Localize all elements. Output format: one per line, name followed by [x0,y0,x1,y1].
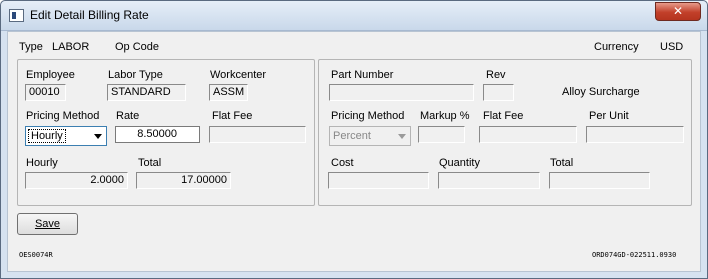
pricing-method-label: Pricing Method [26,110,100,122]
markup-label: Markup % [420,110,470,122]
op-code-label: Op Code [115,41,160,53]
save-button-label: Save [34,218,61,230]
labor-type-label: Labor Type [108,69,163,81]
quantity-label: Quantity [439,157,480,169]
labor-details-group: Employee 00010 Labor Type STANDARD Workc… [17,59,315,206]
per-unit-label: Per Unit [589,110,629,122]
close-icon: ✕ [672,4,684,18]
hourly-label: Hourly [26,157,58,169]
part-flat-fee-label: Flat Fee [483,110,524,122]
window-title: Edit Detail Billing Rate [30,8,149,22]
hourly-field: 2.0000 [25,172,128,189]
total-label: Total [138,157,162,169]
part-total-field [549,172,650,189]
title-bar[interactable]: Edit Detail Billing Rate ✕ [1,1,707,31]
part-pricing-method-dropdown: Percent [329,126,411,146]
part-pricing-method-value: Percent [333,130,371,142]
save-button[interactable]: Save [17,213,78,235]
dialog-window: Edit Detail Billing Rate ✕ Type LABOR Op… [0,0,708,279]
app-window-icon[interactable] [9,9,24,22]
pricing-method-value: Hourly [28,129,66,143]
chevron-down-icon [398,134,406,139]
part-pricing-method-label: Pricing Method [331,110,405,122]
rev-label: Rev [486,69,506,81]
type-label: Type [19,41,43,53]
part-number-field [329,84,474,101]
flat-fee-label: Flat Fee [212,110,253,122]
total-field: 17.00000 [136,172,231,189]
part-flat-fee-field [479,126,577,143]
close-button[interactable]: ✕ [655,2,701,21]
labor-type-field: STANDARD [107,84,186,101]
version-id: ORD074GD-022511.0930 [592,251,677,259]
type-value: LABOR [52,41,90,53]
rev-field [483,84,514,101]
workcenter-label: Workcenter [210,69,267,81]
part-details-group: Part Number Rev Alloy Surcharge Pricing … [318,59,692,206]
form-id: OES0074R [19,251,53,259]
alloy-surcharge-label: Alloy Surcharge [562,86,640,98]
pricing-method-dropdown[interactable]: Hourly [25,126,107,146]
workcenter-field: ASSM [209,84,248,101]
employee-field: 00010 [25,84,66,101]
markup-field [418,126,465,143]
chevron-down-icon[interactable] [94,134,102,139]
cost-field [328,172,429,189]
employee-label: Employee [26,69,75,81]
cost-label: Cost [331,157,354,169]
rate-input[interactable]: 8.50000 [115,126,200,143]
rate-label: Rate [116,110,140,122]
currency-label: Currency [594,41,639,53]
part-number-label: Part Number [331,69,394,81]
flat-fee-field [209,126,306,143]
currency-value: USD [660,41,684,53]
part-total-label: Total [550,157,574,169]
quantity-field [438,172,540,189]
per-unit-field [586,126,684,143]
dialog-client-area: Type LABOR Op Code Currency USD Employee… [7,31,701,272]
